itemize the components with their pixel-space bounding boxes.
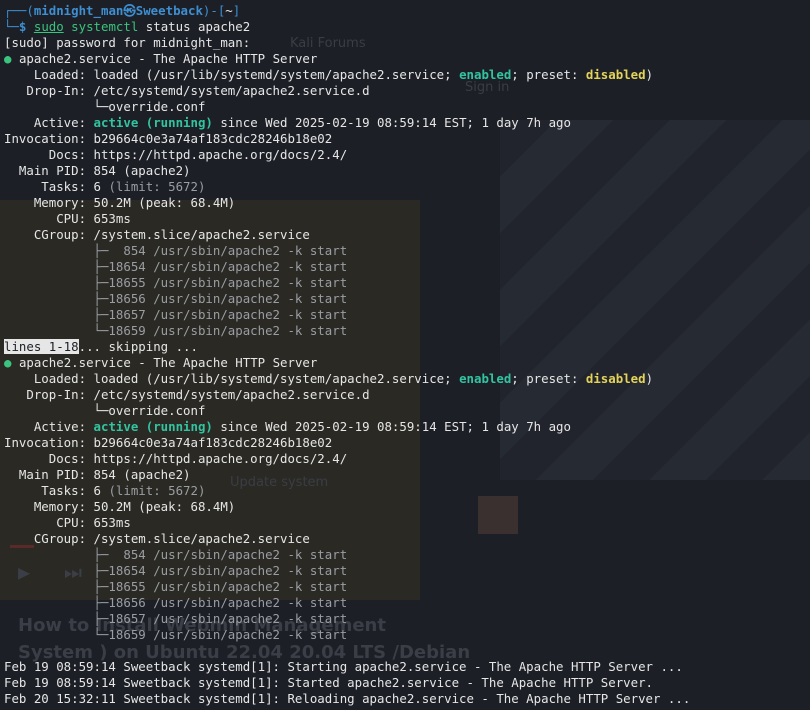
enabled-badge: enabled — [459, 371, 512, 386]
prompt-line-1: ┌──(midnight_man㉿Sweetback)-[~] — [4, 3, 241, 18]
tasks-line: Tasks: 6 (limit: 5672) — [4, 179, 206, 194]
pager-lines-indicator: lines 1-18 — [4, 339, 79, 354]
invocation-line: Invocation: b29664c0e3a74af183cdc28246b1… — [4, 435, 333, 450]
status-dot-icon: ● — [4, 51, 12, 66]
cpu-line: CPU: 653ms — [4, 211, 131, 226]
journal-line: Feb 20 15:32:11 Sweetback systemd[1]: Re… — [4, 691, 691, 706]
active-state-badge: active (running) — [93, 419, 213, 434]
journal-line: Feb 19 08:59:14 Sweetback systemd[1]: St… — [4, 659, 683, 674]
terminal-output[interactable]: ┌──(midnight_man㉿Sweetback)-[~] └─$ sudo… — [4, 3, 690, 707]
journal-line: Feb 19 08:59:14 Sweetback systemd[1]: St… — [4, 675, 654, 690]
docs-line: Docs: https://httpd.apache.org/docs/2.4/ — [4, 451, 348, 466]
process-row: ├─18654 /usr/sbin/apache2 -k start — [4, 563, 348, 578]
status-dot-icon: ● — [4, 355, 12, 370]
main-pid-line: Main PID: 854 (apache2) — [4, 163, 191, 178]
active-line: Active: active (running) since Wed 2025-… — [4, 419, 571, 434]
status-block-2: ● apache2.service - The Apache HTTP Serv… — [4, 355, 690, 643]
prompt-cwd: ~ — [225, 3, 233, 18]
cpu-line: CPU: 653ms — [4, 515, 131, 530]
preset-disabled-badge: disabled — [585, 371, 646, 386]
cgroup-line: CGroup: /system.slice/apache2.service — [4, 227, 310, 242]
process-row: ├─18654 /usr/sbin/apache2 -k start — [4, 259, 348, 274]
cgroup-line: CGroup: /system.slice/apache2.service — [4, 531, 310, 546]
process-row: ├─18657 /usr/sbin/apache2 -k start — [4, 307, 348, 322]
prompt-line-2: └─$ sudo systemctl status apache2 — [4, 19, 251, 34]
process-row: ├─18655 /usr/sbin/apache2 -k start — [4, 579, 348, 594]
process-row: ├─ 854 /usr/sbin/apache2 -k start — [4, 243, 348, 258]
invocation-line: Invocation: b29664c0e3a74af183cdc28246b1… — [4, 131, 333, 146]
command-args: status apache2 — [138, 19, 251, 34]
sudo-password-prompt: [sudo] password for midnight_man: — [4, 35, 251, 50]
dropin-file-line: └─override.conf — [4, 99, 206, 114]
process-row: ├─18657 /usr/sbin/apache2 -k start — [4, 611, 348, 626]
preset-disabled-badge: disabled — [585, 67, 646, 82]
dropin-line: Drop-In: /etc/systemd/system/apache2.ser… — [4, 387, 370, 402]
memory-line: Memory: 50.2M (peak: 68.4M) — [4, 195, 236, 210]
pager-status-line: lines 1-18... skipping ... — [4, 339, 690, 355]
command-systemctl: systemctl — [71, 19, 139, 34]
prompt-host: Sweetback — [135, 3, 203, 18]
process-row: ├─18656 /usr/sbin/apache2 -k start — [4, 595, 348, 610]
loaded-line: Loaded: loaded (/usr/lib/systemd/system/… — [4, 371, 654, 386]
service-header: ● apache2.service - The Apache HTTP Serv… — [4, 355, 318, 370]
active-line: Active: active (running) since Wed 2025-… — [4, 115, 571, 130]
process-row: ├─18656 /usr/sbin/apache2 -k start — [4, 291, 348, 306]
enabled-badge: enabled — [459, 67, 512, 82]
command-sudo: sudo — [33, 19, 64, 34]
memory-line: Memory: 50.2M (peak: 68.4M) — [4, 499, 236, 514]
dropin-file-line: └─override.conf — [4, 403, 206, 418]
service-header: ● apache2.service - The Apache HTTP Serv… — [4, 51, 318, 66]
process-row: ├─18655 /usr/sbin/apache2 -k start — [4, 275, 348, 290]
active-state-badge: active (running) — [93, 115, 213, 130]
prompt-user: midnight_man — [33, 3, 124, 18]
tasks-line: Tasks: 6 (limit: 5672) — [4, 483, 206, 498]
loaded-line: Loaded: loaded (/usr/lib/systemd/system/… — [4, 67, 654, 82]
process-row: ├─ 854 /usr/sbin/apache2 -k start — [4, 547, 348, 562]
process-row: └─18659 /usr/sbin/apache2 -k start — [4, 323, 348, 338]
pager-skipping: ... skipping ... — [78, 339, 198, 354]
docs-line: Docs: https://httpd.apache.org/docs/2.4/ — [4, 147, 348, 162]
process-row: └─18659 /usr/sbin/apache2 -k start — [4, 627, 348, 642]
status-block-1: ● apache2.service - The Apache HTTP Serv… — [4, 51, 690, 339]
dropin-line: Drop-In: /etc/systemd/system/apache2.ser… — [4, 83, 370, 98]
main-pid-line: Main PID: 854 (apache2) — [4, 467, 191, 482]
